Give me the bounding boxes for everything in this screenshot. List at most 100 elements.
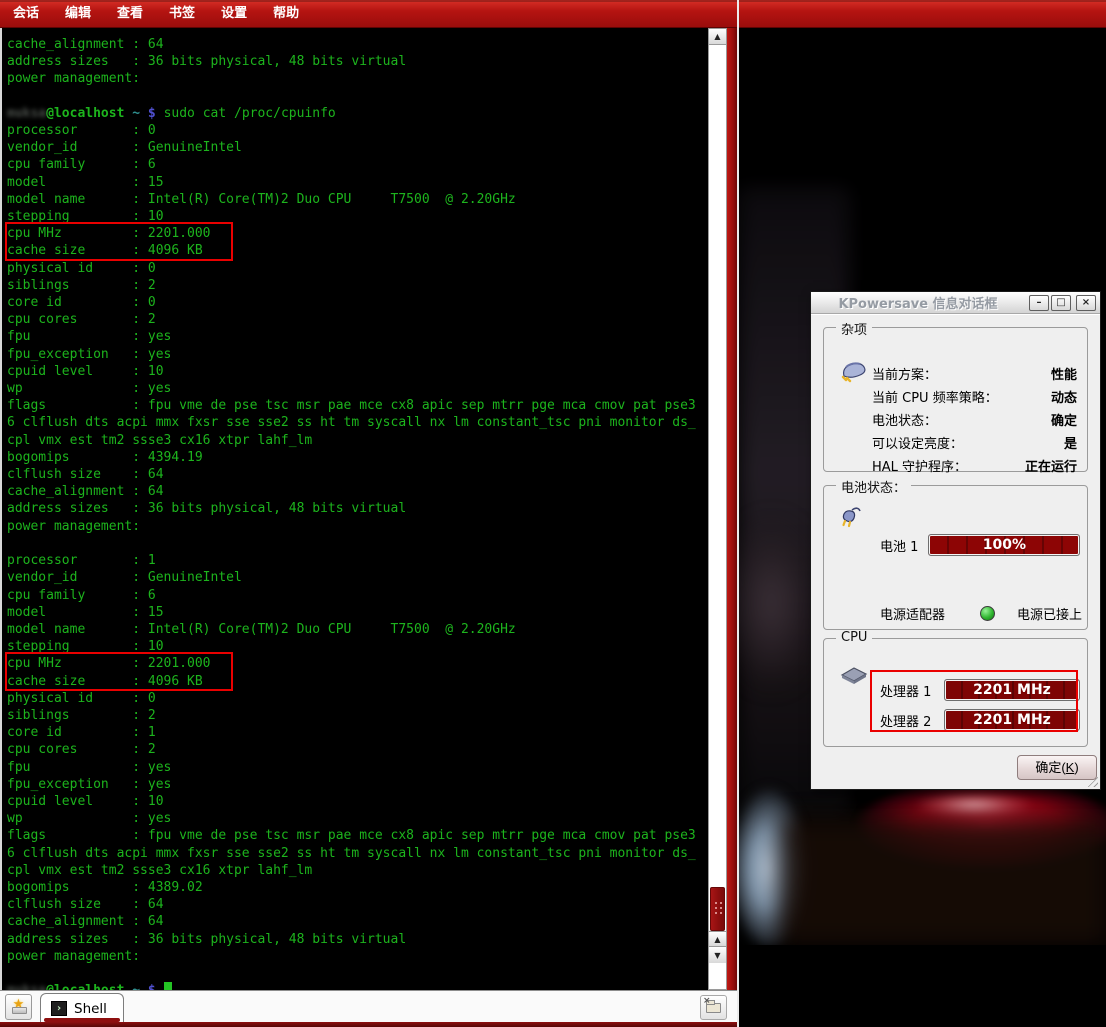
terminal-line: cache_alignment : 64 (7, 36, 705, 53)
new-session-button[interactable]: ★ (5, 994, 32, 1020)
terminal-line: physical id : 0 (7, 260, 705, 277)
terminal-output: cache_alignment : 64address sizes : 36 b… (7, 36, 705, 999)
window-controls: – □ × (1029, 295, 1100, 311)
terminal-line: cpl vmx est tm2 ssse3 cx16 xtpr lahf_lm (7, 862, 705, 879)
terminal-line: stepping : 10 (7, 208, 705, 225)
scroll-up-button-bottom[interactable]: ▲ (709, 931, 726, 947)
terminal-line (7, 535, 705, 552)
terminal-line: fpu_exception : yes (7, 776, 705, 793)
terminal-line: address sizes : 36 bits physical, 48 bit… (7, 500, 705, 517)
terminal-line: processor : 0 (7, 122, 705, 139)
terminal-screen[interactable]: cache_alignment : 64address sizes : 36 b… (0, 28, 727, 990)
battery-group-title: 电池状态： (836, 477, 911, 496)
prompt-segment-user: muksa (7, 106, 46, 121)
frequency-value: 2201 MHz (973, 682, 1051, 698)
terminal-line: cpu cores : 2 (7, 311, 705, 328)
prompt-segment-dollar: $ (140, 106, 163, 121)
prompt-segment-cmd: sudo cat /proc/cpuinfo (164, 106, 336, 121)
terminal-line: flags : fpu vme de pse tsc msr pae mce c… (7, 827, 705, 844)
terminal-scrollbar[interactable]: ▲ ▲ ▼ (708, 28, 727, 990)
detach-session-button[interactable]: × (700, 995, 727, 1020)
letterbox-bar (739, 945, 1106, 1027)
terminal-line: core id : 1 (7, 724, 705, 741)
processor-row: 处理器 2 2201 MHz (880, 705, 1080, 735)
terminal-line: address sizes : 36 bits physical, 48 bit… (7, 931, 705, 948)
processor-label: 处理器 2 (880, 711, 944, 730)
menu-item[interactable]: 会话 (0, 0, 52, 28)
close-button[interactable]: × (1076, 295, 1096, 311)
cpu-chip-icon (840, 665, 868, 685)
terminal-line: power management: (7, 948, 705, 965)
misc-value: 是 (1064, 433, 1077, 456)
terminal-line: model name : Intel(R) Core(TM)2 Duo CPU … (7, 621, 705, 638)
terminal-line: clflush size : 64 (7, 896, 705, 913)
terminal-line: cpu cores : 2 (7, 741, 705, 758)
minimize-button[interactable]: – (1029, 295, 1049, 311)
scrollbar-thumb[interactable] (710, 887, 725, 931)
scroll-up-button[interactable]: ▲ (709, 29, 726, 45)
adapter-status: 电源已接上 (1017, 604, 1082, 623)
cpu-group: CPU 处理器 1 2201 MHz (823, 638, 1088, 747)
maximize-button[interactable]: □ (1051, 295, 1071, 311)
terminal-line (7, 965, 705, 982)
terminal-line: flags : fpu vme de pse tsc msr pae mce c… (7, 397, 705, 414)
terminal-line: core id : 0 (7, 294, 705, 311)
misc-value: 正在运行 (1025, 456, 1077, 479)
terminal-line: cpl vmx est tm2 ssse3 cx16 xtpr lahf_lm (7, 432, 705, 449)
cpu-group-title: CPU (836, 630, 872, 645)
cpu-rows: 处理器 1 2201 MHz 处理器 2 2201 MHz (880, 675, 1080, 735)
terminal-line: siblings : 2 (7, 277, 705, 294)
terminal-line: vendor_id : GenuineIntel (7, 569, 705, 586)
dialog-body: 杂项 当前方案： 性能 当前 CPU 频率策略： 动态 (811, 314, 1100, 789)
misc-row: 可以设定亮度： 是 (872, 433, 1077, 456)
dialog-titlebar[interactable]: KPowersave 信息对话框 – □ × (811, 292, 1100, 314)
menu-item[interactable]: 设置 (208, 0, 260, 28)
misc-row: 电池状态： 确定 (872, 410, 1077, 433)
terminal-line: address sizes : 36 bits physical, 48 bit… (7, 53, 705, 70)
frequency-bar: 2201 MHz (944, 709, 1080, 731)
scroll-down-button[interactable]: ▼ (709, 947, 726, 963)
terminal-line: cpu MHz : 2201.000 (7, 225, 705, 242)
misc-row: 当前 CPU 频率策略： 动态 (872, 387, 1077, 410)
kpowersave-dialog: KPowersave 信息对话框 – □ × 杂项 当前方案： (810, 291, 1101, 790)
terminal-line: power management: (7, 70, 705, 87)
terminal-line: cpuid level : 10 (7, 793, 705, 810)
terminal-line: wp : yes (7, 380, 705, 397)
misc-rows: 当前方案： 性能 当前 CPU 频率策略： 动态 电池状态： 确定 可以设定亮度… (872, 364, 1077, 479)
menu-item[interactable]: 编辑 (52, 0, 104, 28)
misc-group: 杂项 当前方案： 性能 当前 CPU 频率策略： 动态 (823, 327, 1088, 472)
terminal-line: bogomips : 4394.19 (7, 449, 705, 466)
battery-percent: 100% (983, 537, 1026, 553)
window-border-bottom (0, 1022, 737, 1027)
terminal-line: cache_alignment : 64 (7, 913, 705, 930)
terminal-line: cache_alignment : 64 (7, 483, 705, 500)
terminal-line: cpu family : 6 (7, 587, 705, 604)
terminal-line: 6 clflush dts acpi mmx fxsr sse sse2 ss … (7, 414, 705, 431)
misc-label: 电池状态： (872, 410, 937, 433)
scroll-up-icon: ▲ (714, 935, 720, 944)
tab-shell[interactable]: › Shell (40, 993, 124, 1023)
menu-item[interactable]: 帮助 (260, 0, 312, 28)
ok-label: 确定( (1035, 760, 1065, 775)
terminal-line: model : 15 (7, 604, 705, 621)
konsole-menubar: 会话编辑查看书签设置帮助 (0, 0, 737, 28)
misc-label: HAL 守护程序： (872, 456, 967, 479)
frequency-bar: 2201 MHz (944, 679, 1080, 701)
window-border-right (727, 28, 737, 1027)
power-led-icon (980, 606, 995, 621)
terminal-line: model name : Intel(R) Core(TM)2 Duo CPU … (7, 191, 705, 208)
misc-label: 当前方案： (872, 364, 937, 387)
misc-value: 动态 (1051, 387, 1077, 410)
terminal-line: fpu : yes (7, 328, 705, 345)
background-shadow (739, 518, 814, 688)
session-tabbar: ★ › Shell × (0, 990, 737, 1022)
menu-item[interactable]: 书签 (156, 0, 208, 28)
new-session-icon: ★ (13, 997, 25, 1012)
terminal-line: fpu : yes (7, 759, 705, 776)
terminal-line: power management: (7, 518, 705, 535)
menu-item[interactable]: 查看 (104, 0, 156, 28)
terminal-line: cache size : 4096 KB (7, 673, 705, 690)
power-plug-icon (838, 504, 864, 530)
background-blue-fabric (739, 786, 809, 951)
ok-button[interactable]: 确定(K) (1017, 755, 1097, 780)
